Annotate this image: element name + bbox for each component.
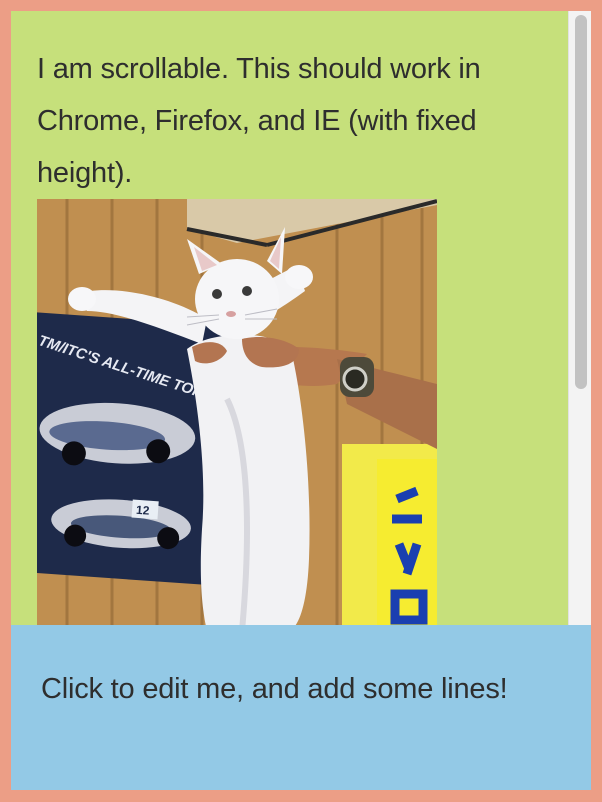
- svg-text:12: 12: [136, 503, 151, 518]
- outer-frame: I am scrollable. This should work in Chr…: [0, 0, 602, 802]
- editable-text: Click to edit me, and add some lines!: [41, 673, 508, 705]
- cat-image: TM/ITC'S ALL-TIME TOP TEAM. 12: [37, 199, 437, 625]
- scrollbar[interactable]: [568, 11, 591, 625]
- scrollbar-thumb[interactable]: [575, 15, 587, 389]
- long-cat-photo-icon: TM/ITC'S ALL-TIME TOP TEAM. 12: [37, 199, 437, 625]
- scroll-paragraph: I am scrollable. This should work in Chr…: [37, 53, 481, 189]
- scrollable-container[interactable]: I am scrollable. This should work in Chr…: [11, 11, 591, 625]
- editable-text-area[interactable]: Click to edit me, and add some lines!: [11, 625, 591, 790]
- scroll-content: I am scrollable. This should work in Chr…: [11, 11, 568, 625]
